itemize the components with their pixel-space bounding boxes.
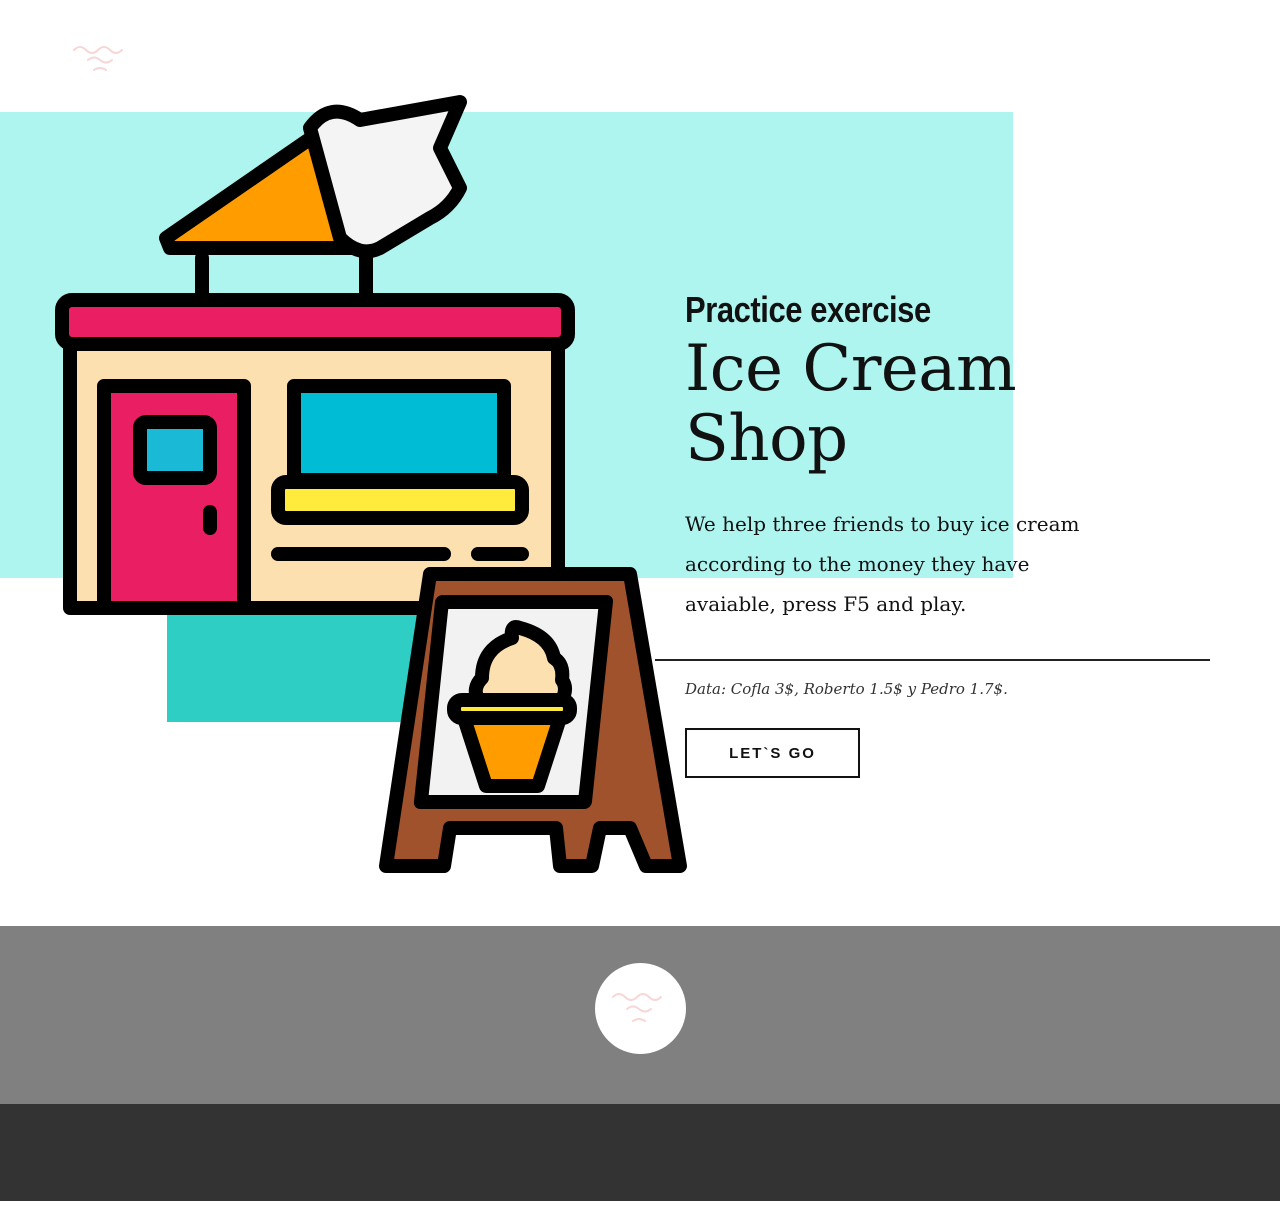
developer-hub-logo-icon[interactable]	[68, 38, 132, 78]
page-title: Ice Cream Shop	[685, 334, 1225, 474]
data-note: Data: Cofla 3$, Roberto 1.5$ y Pedro 1.7…	[685, 680, 1008, 698]
developer-hub-logo-icon	[612, 993, 662, 1022]
footer-bottom-band	[0, 1104, 1280, 1201]
hero-content: Practice exercise Ice Cream Shop We help…	[685, 290, 1225, 624]
divider	[655, 659, 1210, 661]
lets-go-button[interactable]: LET`S GO	[685, 728, 860, 778]
hero-eyebrow: Practice exercise	[685, 289, 931, 330]
hero-description: We help three friends to buy ice cream a…	[685, 512, 1080, 616]
title-line-2: Shop	[685, 402, 848, 476]
ice-cream-shop-illustration	[40, 88, 700, 892]
footer-logo[interactable]	[595, 963, 686, 1054]
title-line-1: Ice Cream	[685, 332, 1017, 406]
